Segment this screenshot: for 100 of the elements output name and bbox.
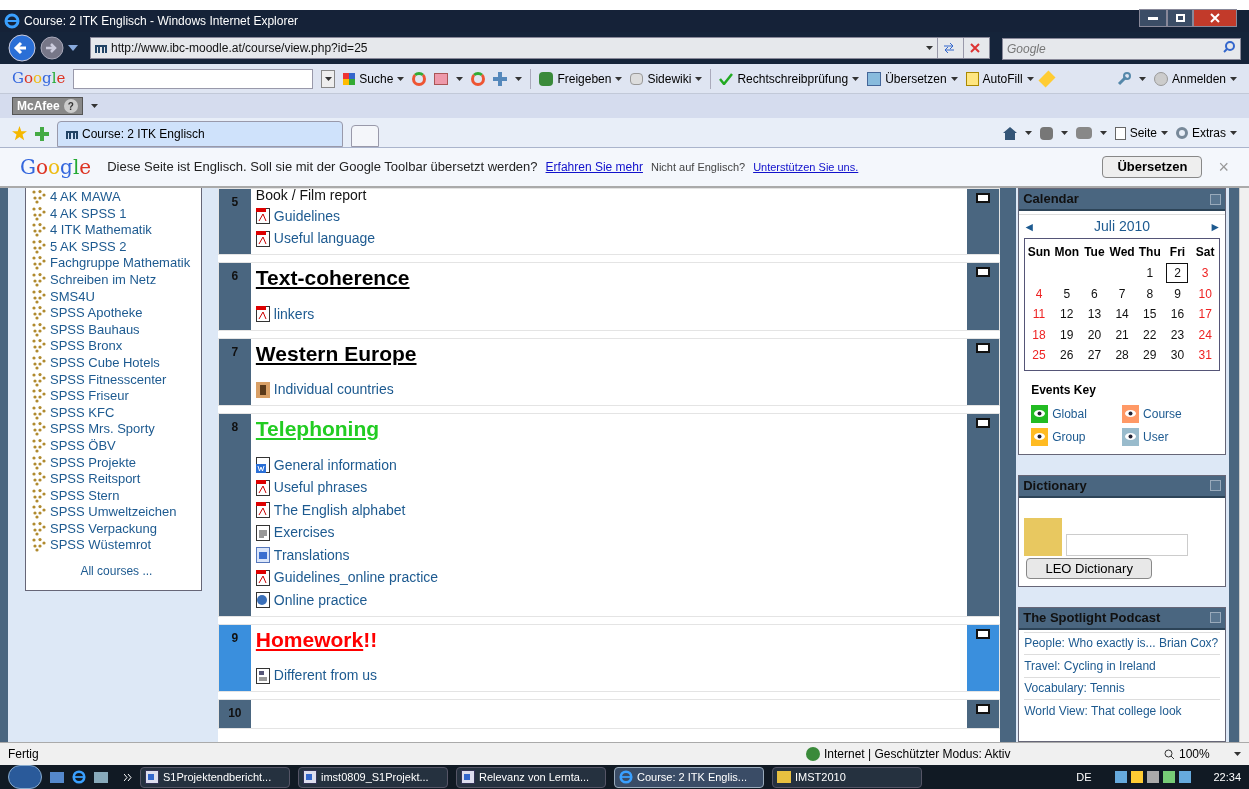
google-search-field[interactable] bbox=[73, 68, 314, 89]
calendar-day[interactable]: 12 bbox=[1057, 305, 1077, 324]
ie-icon[interactable] bbox=[72, 770, 86, 784]
sidebar-link[interactable]: SPSS Mrs. Sporty bbox=[50, 421, 155, 438]
resource-link[interactable]: Useful language bbox=[273, 228, 376, 250]
wrench-icon[interactable] bbox=[1116, 71, 1131, 86]
dropdown-button[interactable] bbox=[321, 69, 336, 88]
event-type-link[interactable]: User bbox=[1143, 427, 1169, 446]
calendar-day[interactable]: 29 bbox=[1140, 346, 1160, 365]
toolbar-button[interactable]: Suche bbox=[343, 69, 405, 88]
more-icon[interactable] bbox=[124, 773, 132, 781]
command-button[interactable]: Seite bbox=[1114, 124, 1168, 142]
sidebar-link[interactable]: SPSS Verpackung bbox=[50, 520, 157, 538]
calendar-day[interactable]: 4 bbox=[1032, 284, 1046, 303]
podcast-link[interactable]: People: Who exactly is... Brian Cox? bbox=[1024, 634, 1219, 653]
resource-link[interactable]: Different from us bbox=[273, 665, 378, 687]
toolbar-button[interactable]: AutoFill bbox=[965, 69, 1034, 88]
resource-link[interactable]: Exercises bbox=[273, 522, 335, 544]
search-field[interactable]: Google bbox=[1002, 38, 1241, 60]
calendar-day[interactable]: 7 bbox=[1115, 284, 1129, 303]
sidebar-link[interactable]: 4 AK SPSS 1 bbox=[50, 205, 127, 223]
calendar-day[interactable]: 18 bbox=[1029, 325, 1049, 344]
home-icon[interactable] bbox=[1002, 126, 1017, 140]
event-type-link[interactable]: Global bbox=[1052, 404, 1087, 423]
new-tab-button[interactable] bbox=[351, 125, 379, 147]
calendar-day[interactable]: 11 bbox=[1029, 305, 1049, 324]
calendar-day[interactable]: 8 bbox=[1143, 284, 1157, 303]
podcast-link[interactable]: Vocabulary: Tennis bbox=[1024, 679, 1125, 698]
calendar-day[interactable]: 21 bbox=[1112, 325, 1132, 344]
calendar-day[interactable]: 17 bbox=[1195, 305, 1215, 324]
event-type-link[interactable]: Course bbox=[1143, 404, 1182, 423]
resource-link[interactable]: Individual countries bbox=[273, 379, 394, 401]
calendar-day[interactable]: 3 bbox=[1198, 264, 1212, 283]
support-link[interactable]: Unterstützen Sie uns. bbox=[753, 158, 859, 176]
language-indicator[interactable]: DE bbox=[1076, 768, 1092, 786]
calendar-day[interactable]: 20 bbox=[1084, 325, 1105, 344]
minimize-icon[interactable] bbox=[1139, 9, 1167, 27]
sidebar-link[interactable]: SPSS Cube Hotels bbox=[50, 354, 160, 372]
toolbar-button[interactable]: Sidewiki bbox=[630, 69, 703, 88]
resource-link[interactable]: Translations bbox=[273, 544, 350, 566]
taskbar-button[interactable]: Relevanz von Lernta... bbox=[456, 766, 606, 788]
resource-link[interactable]: linkers bbox=[273, 303, 315, 325]
toolbar-button[interactable]: Übersetzen bbox=[867, 69, 958, 88]
highlight-toggle-icon[interactable] bbox=[976, 704, 991, 714]
dropdown-icon[interactable] bbox=[68, 45, 78, 51]
resource-link[interactable]: Online practice bbox=[273, 589, 368, 611]
highlight-toggle-icon[interactable] bbox=[976, 342, 991, 353]
calendar-day[interactable]: 10 bbox=[1195, 284, 1215, 303]
sidebar-link[interactable]: SPSS Stern bbox=[50, 487, 120, 505]
sidebar-link[interactable]: SPSS Umweltzeichen bbox=[50, 504, 177, 521]
all-courses-link[interactable]: All courses ... bbox=[80, 564, 153, 579]
zoom-button[interactable]: 100% bbox=[1164, 745, 1234, 763]
calendar-day[interactable]: 19 bbox=[1057, 325, 1077, 344]
sidebar-link[interactable]: SPSS Fitnesscenter bbox=[50, 371, 167, 389]
calendar-day[interactable]: 27 bbox=[1084, 346, 1105, 365]
highlight-toggle-icon[interactable] bbox=[976, 193, 991, 203]
section-heading[interactable]: Western Europe bbox=[255, 341, 417, 366]
previous-month-button[interactable]: ◄ bbox=[1023, 217, 1036, 236]
dictionary-field[interactable] bbox=[1066, 533, 1189, 556]
calendar-day[interactable]: 6 bbox=[1088, 284, 1101, 303]
address-field[interactable]: http://www.ibc-moodle.at/course/view.php?id=25 bbox=[90, 37, 990, 59]
search-icon[interactable] bbox=[1223, 41, 1235, 53]
highlight-toggle-icon[interactable] bbox=[976, 267, 991, 277]
taskbar-button[interactable]: Course: 2 ITK Englis... bbox=[614, 766, 764, 788]
sidebar-link[interactable]: Fachgruppe Mathematik bbox=[50, 255, 191, 272]
podcast-link[interactable]: Travel: Cycling in Ireland bbox=[1024, 656, 1156, 675]
browser-tab[interactable]: Course: 2 ITK Englisch bbox=[57, 121, 343, 147]
calendar-day[interactable]: 13 bbox=[1084, 305, 1105, 324]
taskbar-button[interactable]: imst0809_S1Projekt... bbox=[298, 766, 448, 788]
resource-link[interactable]: General information bbox=[273, 454, 397, 476]
plus-icon[interactable] bbox=[493, 71, 508, 86]
podcast-link[interactable]: World View: That college look bbox=[1024, 701, 1182, 720]
calendar-day[interactable]: 22 bbox=[1140, 325, 1160, 344]
highlight-toggle-icon[interactable] bbox=[976, 418, 991, 428]
translate-button[interactable]: Übersetzen bbox=[1102, 156, 1203, 178]
sidebar-link[interactable]: SPSS KFC bbox=[50, 404, 115, 422]
sidebar-link[interactable]: SPSS Reitsport bbox=[50, 471, 141, 488]
event-type-link[interactable]: Group bbox=[1052, 427, 1086, 446]
calendar-day[interactable]: 23 bbox=[1167, 325, 1188, 344]
calendar-day[interactable]: 16 bbox=[1167, 305, 1188, 324]
sidebar-link[interactable]: SPSS ÖBV bbox=[50, 437, 116, 455]
favorites-star-icon[interactable] bbox=[12, 126, 27, 141]
calendar-day[interactable]: 5 bbox=[1060, 284, 1074, 303]
add-favorite-icon[interactable] bbox=[35, 127, 49, 141]
sidebar-link[interactable]: 4 AK MAWA bbox=[50, 189, 121, 206]
sidebar-link[interactable]: SPSS Friseur bbox=[50, 388, 129, 405]
highlight-toggle-icon[interactable] bbox=[976, 628, 991, 639]
sign-in-button[interactable]: Anmelden bbox=[1153, 69, 1237, 88]
sidebar-link[interactable]: SMS4U bbox=[50, 288, 95, 306]
toolbar-button[interactable]: Freigeben bbox=[539, 69, 623, 88]
sidebar-link[interactable]: Schreiben im Netz bbox=[50, 271, 157, 289]
resource-link[interactable]: Guidelines_online practice bbox=[273, 567, 439, 589]
toolbar-button[interactable]: Rechtschreibprüfung bbox=[719, 69, 860, 88]
next-month-button[interactable]: ► bbox=[1209, 217, 1221, 236]
sidebar-link[interactable]: SPSS Projekte bbox=[50, 454, 136, 472]
forward-icon[interactable] bbox=[40, 36, 64, 60]
calendar-day[interactable]: 28 bbox=[1112, 346, 1132, 365]
section-heading[interactable]: Homework bbox=[255, 627, 364, 652]
sidebar-link[interactable]: SPSS Bronx bbox=[50, 338, 123, 355]
restore-icon[interactable] bbox=[1167, 9, 1193, 27]
